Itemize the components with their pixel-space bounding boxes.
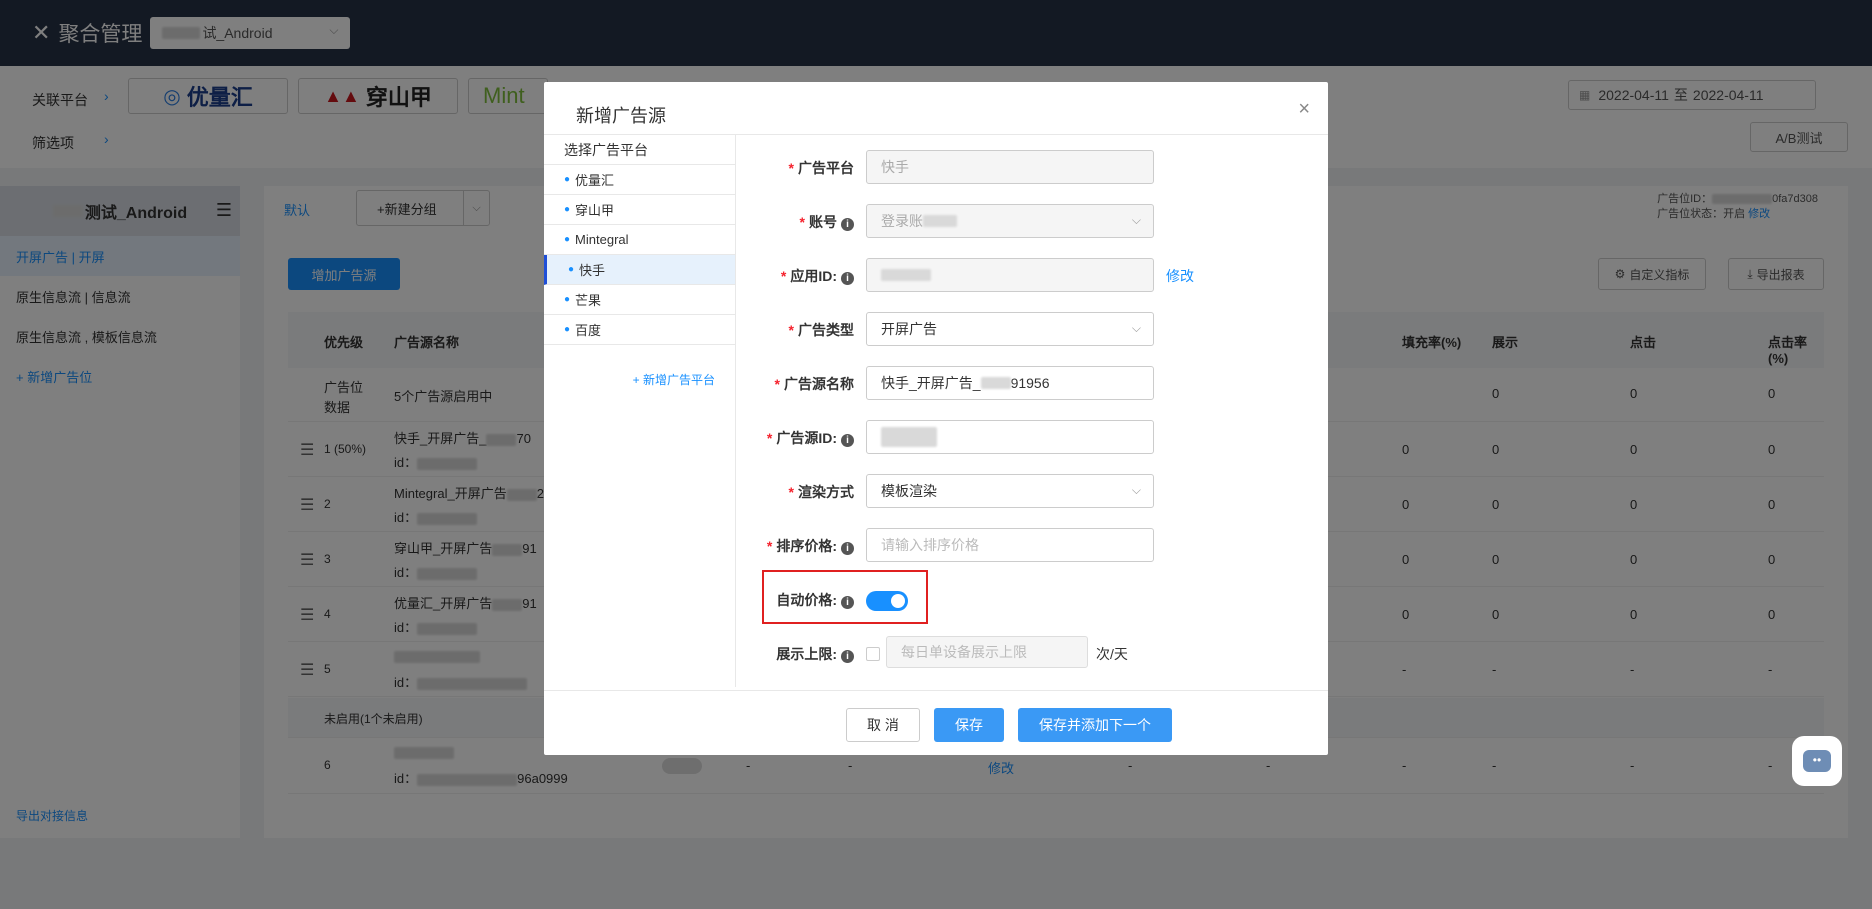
field-platform: * 广告平台 快手 — [736, 150, 1328, 184]
sort-price-input[interactable]: 请输入排序价格 — [866, 528, 1154, 562]
blurred-text — [881, 269, 931, 281]
source-id-input[interactable] — [866, 420, 1154, 454]
blurred-text — [923, 215, 957, 227]
dot-icon: ● — [564, 204, 571, 215]
modal-title: 新增广告源 — [576, 106, 666, 126]
chevron-down-icon: ⌵ — [1131, 483, 1141, 497]
field-source-name: * 广告源名称 快手_开屏广告_ 91956 — [736, 366, 1328, 400]
field-render-mode: * 渲染方式 模板渲染 ⌵ — [736, 474, 1328, 508]
help-icon: i — [841, 272, 854, 285]
app-id-input — [866, 258, 1154, 292]
save-button[interactable]: 保存 — [934, 708, 1004, 742]
platform-item-youlianghui[interactable]: ● 优量汇 — [544, 165, 735, 195]
field-display-limit: 展示上限: i 每日单设备展示上限 次/天 — [736, 636, 1328, 670]
platform-list-header: 选择广告平台 — [544, 135, 735, 165]
help-icon: i — [841, 218, 854, 231]
chevron-down-icon: ⌵ — [1131, 213, 1141, 227]
help-icon: i — [841, 650, 854, 663]
render-mode-select[interactable]: 模板渲染 ⌵ — [866, 474, 1154, 508]
field-ad-type: * 广告类型 开屏广告 ⌵ — [736, 312, 1328, 346]
account-select[interactable]: 登录账 ⌵ — [866, 204, 1154, 238]
display-limit-checkbox[interactable] — [866, 647, 880, 661]
source-name-input[interactable]: 快手_开屏广告_ 91956 — [866, 366, 1154, 400]
field-source-id: * 广告源ID: i — [736, 420, 1328, 454]
field-sort-price: * 排序价格: i 请输入排序价格 — [736, 528, 1328, 562]
dot-icon: ● — [564, 324, 571, 335]
add-source-modal: 新增广告源 × 选择广告平台 ● 优量汇 ● 穿山甲 ● Mintegral ● 快手 … — [544, 82, 1328, 755]
field-account: * 账号 i 登录账 ⌵ — [736, 204, 1328, 238]
dot-icon: ● — [564, 174, 571, 185]
dot-icon: ● — [564, 234, 571, 245]
add-platform-link[interactable]: + 新增广告平台 — [544, 371, 735, 388]
platform-item-baidu[interactable]: ● 百度 — [544, 315, 735, 345]
divider — [544, 690, 1328, 691]
save-and-add-next-button[interactable]: 保存并添加下一个 — [1018, 708, 1172, 742]
blurred-text — [980, 377, 1011, 389]
platform-list: 选择广告平台 ● 优量汇 ● 穿山甲 ● Mintegral ● 快手 ● 芒果 ● 百度 … — [544, 135, 736, 687]
dot-icon: ● — [564, 294, 571, 305]
platform-item-mango[interactable]: ● 芒果 — [544, 285, 735, 315]
blurred-text — [881, 427, 937, 447]
app-id-edit-link[interactable]: 修改 — [1166, 266, 1194, 286]
help-icon: i — [841, 542, 854, 555]
platform-item-mintegral[interactable]: ● Mintegral — [544, 225, 735, 255]
dot-icon: ● — [568, 264, 575, 275]
platform-item-chuanshanjia[interactable]: ● 穿山甲 — [544, 195, 735, 225]
help-icon: i — [841, 434, 854, 447]
chat-button[interactable]: •• — [1792, 736, 1842, 786]
cancel-button[interactable]: 取 消 — [846, 708, 920, 742]
close-icon[interactable]: × — [1298, 98, 1310, 121]
highlight-box — [762, 570, 928, 624]
ad-type-select[interactable]: 开屏广告 ⌵ — [866, 312, 1154, 346]
chat-icon: •• — [1803, 750, 1831, 772]
platform-item-kuaishou[interactable]: ● 快手 — [544, 255, 735, 285]
display-limit-input[interactable]: 每日单设备展示上限 — [886, 636, 1088, 668]
chevron-down-icon: ⌵ — [1131, 321, 1141, 335]
field-app-id: * 应用ID: i 修改 — [736, 258, 1328, 292]
display-limit-unit: 次/天 — [1096, 646, 1128, 662]
platform-input: 快手 — [866, 150, 1154, 184]
